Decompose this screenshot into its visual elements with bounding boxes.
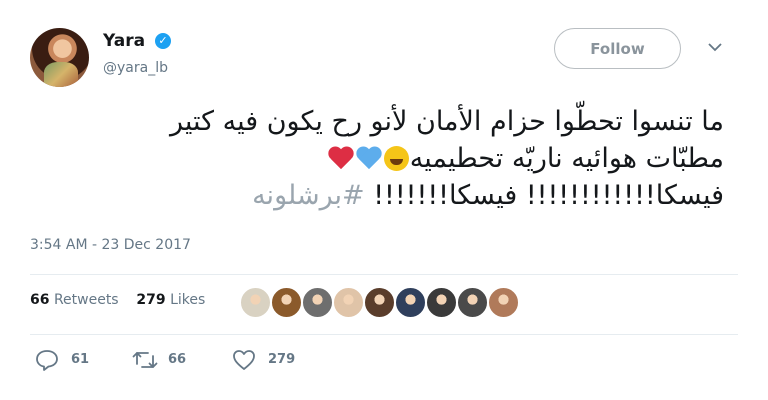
liker-avatar[interactable] (302, 287, 333, 318)
avatar[interactable] (30, 28, 89, 87)
likes-label[interactable]: Likes (170, 292, 205, 308)
tweet-timestamp[interactable]: 3:54 AM - 23 Dec 2017 (30, 237, 191, 253)
blue-heart-icon (356, 147, 382, 171)
verified-badge-icon: ✓ (155, 33, 171, 49)
retweets-label[interactable]: Retweets (54, 292, 119, 308)
tweet-line-2-text: مطبّات هوائيه ناريّه تحطيميه (409, 143, 724, 174)
tweet-line-1: ما تنسوا تحطّوا حزام الأمان لأنو رح يكون… (169, 106, 724, 137)
reply-count: 61 (71, 352, 90, 367)
liker-avatar[interactable] (426, 287, 457, 318)
tweet-line-2: مطبّات هوائيه ناريّه تحطيميه (24, 140, 724, 177)
liker-avatar[interactable] (364, 287, 395, 318)
likes-count[interactable]: 279 (136, 292, 165, 308)
liker-avatar[interactable] (395, 287, 426, 318)
liker-avatar[interactable] (240, 287, 271, 318)
divider (30, 274, 738, 275)
hashtag-link[interactable]: #برشلونه (252, 180, 365, 211)
user-handle[interactable]: @yara_lb (103, 60, 168, 76)
like-count: 279 (268, 352, 296, 367)
tweet-line-3-text: فيسكا!!!!!!!!!!!! فيسكا!!!!!!! (364, 180, 724, 211)
liker-avatar[interactable] (457, 287, 488, 318)
tweet-text: ما تنسوا تحطّوا حزام الأمان لأنو رح يكون… (24, 103, 724, 214)
retweets-count[interactable]: 66 (30, 292, 49, 308)
liker-avatar[interactable] (333, 287, 364, 318)
chevron-down-icon[interactable] (706, 38, 724, 56)
user-name[interactable]: Yara (103, 31, 145, 51)
retweet-icon (132, 352, 158, 368)
retweet-count: 66 (168, 352, 187, 367)
red-heart-icon (328, 147, 354, 171)
follow-button[interactable]: Follow (554, 28, 681, 69)
tweet-stats: 66 Retweets 279 Likes (30, 292, 205, 308)
tweet-actions: 61 66 279 (30, 348, 430, 372)
divider (30, 334, 738, 335)
laughing-face-icon (383, 146, 409, 171)
tweet-line-3: فيسكا!!!!!!!!!!!! فيسكا!!!!!!! #برشلونه (24, 177, 724, 214)
reply-icon (36, 350, 58, 371)
liker-avatar[interactable] (488, 287, 519, 318)
heart-icon (233, 350, 255, 370)
liker-avatar[interactable] (271, 287, 302, 318)
tweet-header: Yara ✓ @yara_lb Follow (30, 28, 738, 88)
